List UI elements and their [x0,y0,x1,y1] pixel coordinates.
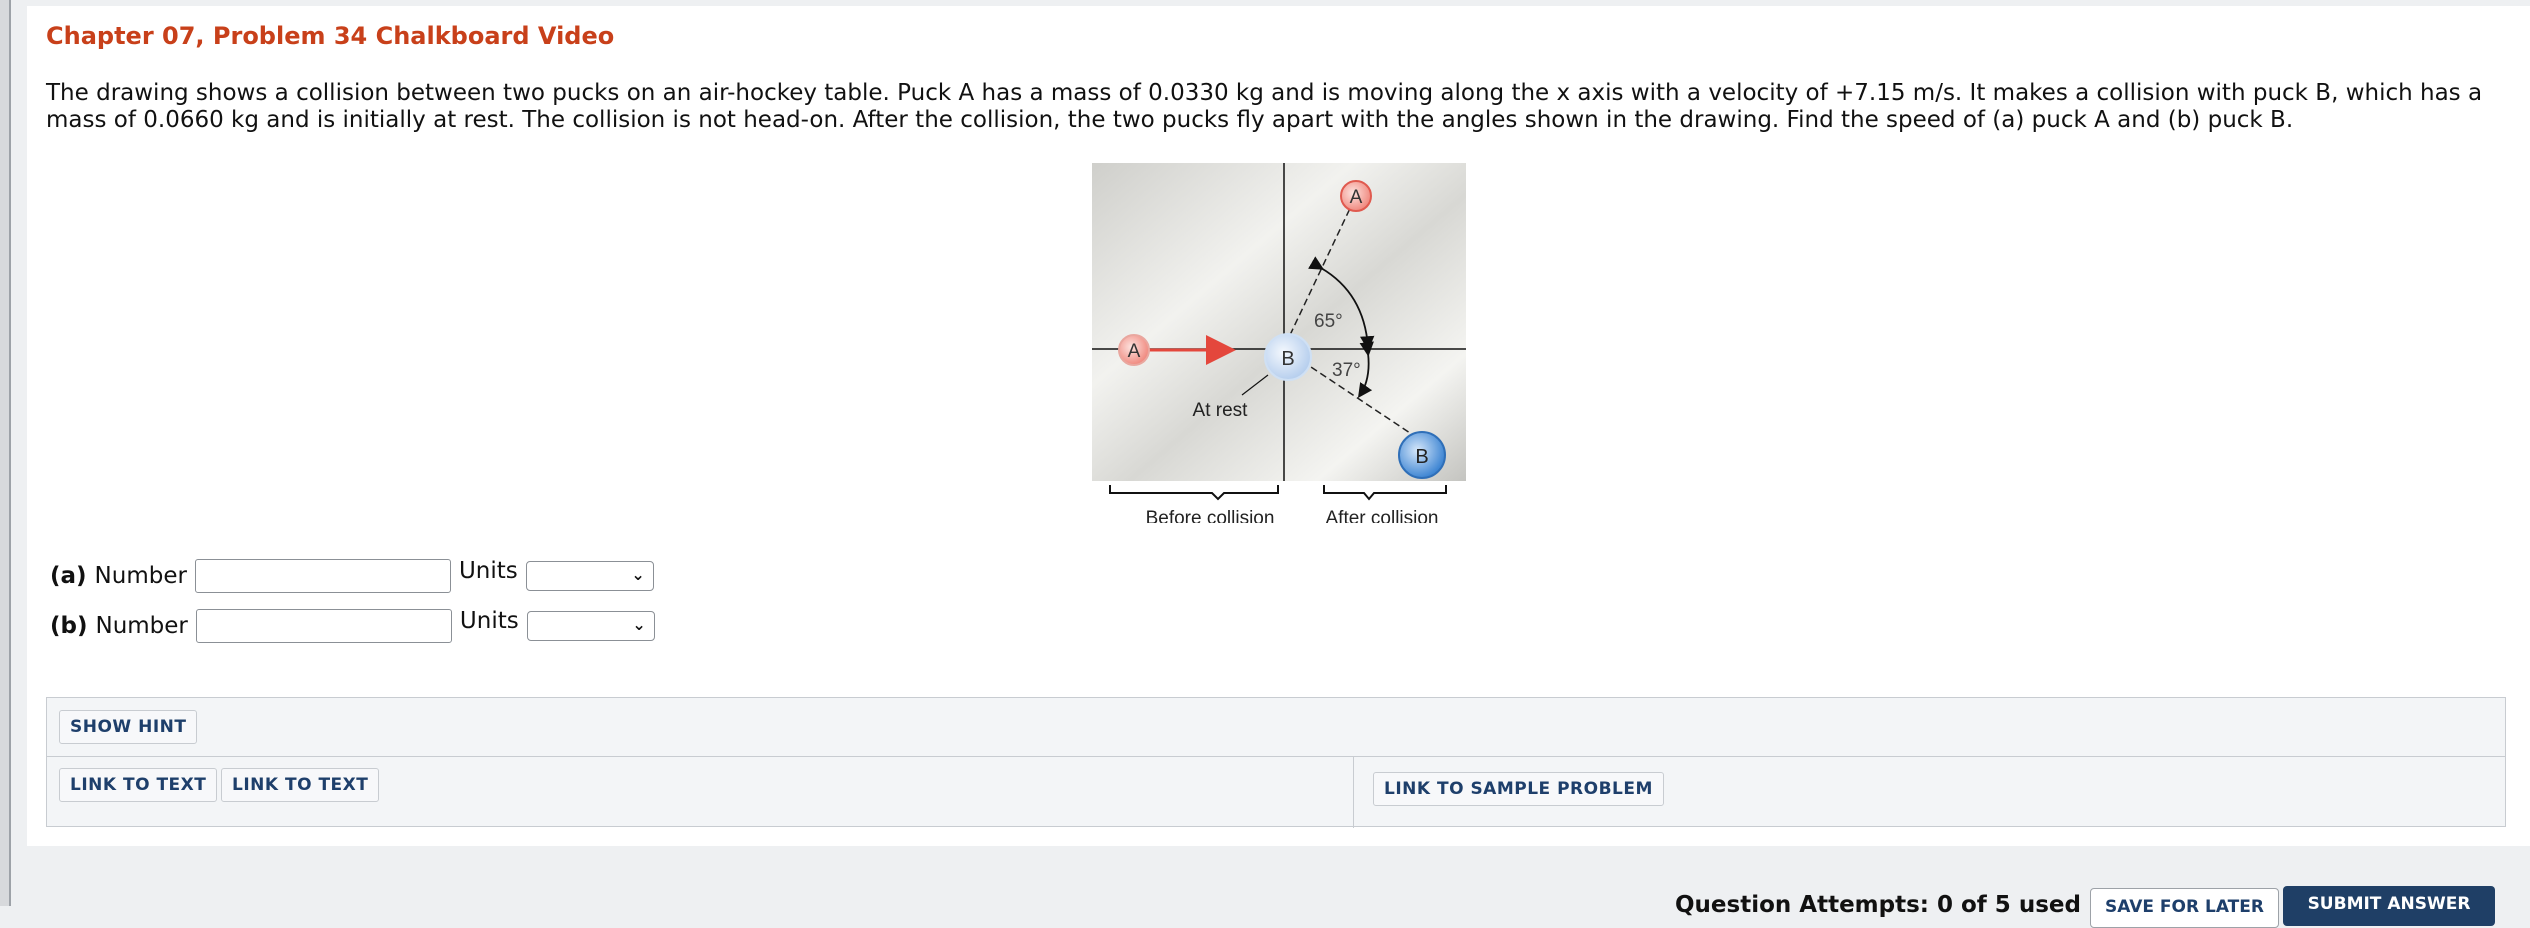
show-hint-button[interactable]: SHOW HINT [59,710,198,744]
answer-a-units-label: Units [458,558,518,584]
collision-diagram: A 65° 37° A B B At rest Before collision… [1092,163,1466,523]
link-to-sample-problem-button[interactable]: LINK TO SAMPLE PROBLEM [1373,772,1664,806]
angle-b-label: 37° [1332,360,1361,381]
save-for-later-button[interactable]: SAVE FOR LATER [2090,888,2279,928]
answer-b-units-select[interactable]: ⌄ [526,611,655,641]
question-attempts: Question Attempts: 0 of 5 used [1675,892,2081,918]
answer-b-part: (b) [50,613,88,639]
page-title: Chapter 07, Problem 34 Chalkboard Video [46,22,615,50]
before-collision-label: Before collision [1146,508,1275,523]
answer-b-number-label: Number [95,613,188,639]
puck-a-after-label: A [1350,187,1363,208]
answer-a-part: (a) [50,563,87,589]
puck-b-before-label: B [1281,348,1294,370]
hint-row [47,698,2505,757]
chevron-down-icon: ⌄ [632,615,646,634]
chevron-down-icon: ⌄ [631,565,645,584]
before-brace [1109,485,1279,501]
table-surface [1092,163,1466,481]
answer-a-units-select[interactable]: ⌄ [525,561,654,591]
answer-a-number-label: Number [94,563,187,589]
angle-a-label: 65° [1314,311,1343,332]
after-brace [1323,485,1447,501]
link-to-text-button-1[interactable]: LINK TO TEXT [59,768,218,802]
puck-b-after-label: B [1415,446,1428,468]
link-to-text-button-2[interactable]: LINK TO TEXT [221,768,380,802]
after-collision-label: After collision [1326,508,1439,523]
answer-b-units-label: Units [459,608,519,634]
answer-row-b: (b) Number Units ⌄ [50,606,655,646]
puck-a-before-label: A [1128,341,1141,362]
resources-panel: SHOW HINT LINK TO TEXT LINK TO TEXT LINK… [46,697,2506,828]
footer-bar: Question Attempts: 0 of 5 used SAVE FOR … [0,880,2530,928]
at-rest-label: At rest [1193,400,1249,421]
submit-answer-button[interactable]: SUBMIT ANSWER [2283,886,2495,926]
answer-row-a: (a) Number Units ⌄ [50,556,654,596]
answer-b-number-input[interactable] [195,609,452,643]
resources-divider [1353,756,1354,828]
answer-a-number-input[interactable] [194,559,451,593]
left-window-edge [0,0,11,906]
problem-statement: The drawing shows a collision between tw… [46,80,2483,133]
